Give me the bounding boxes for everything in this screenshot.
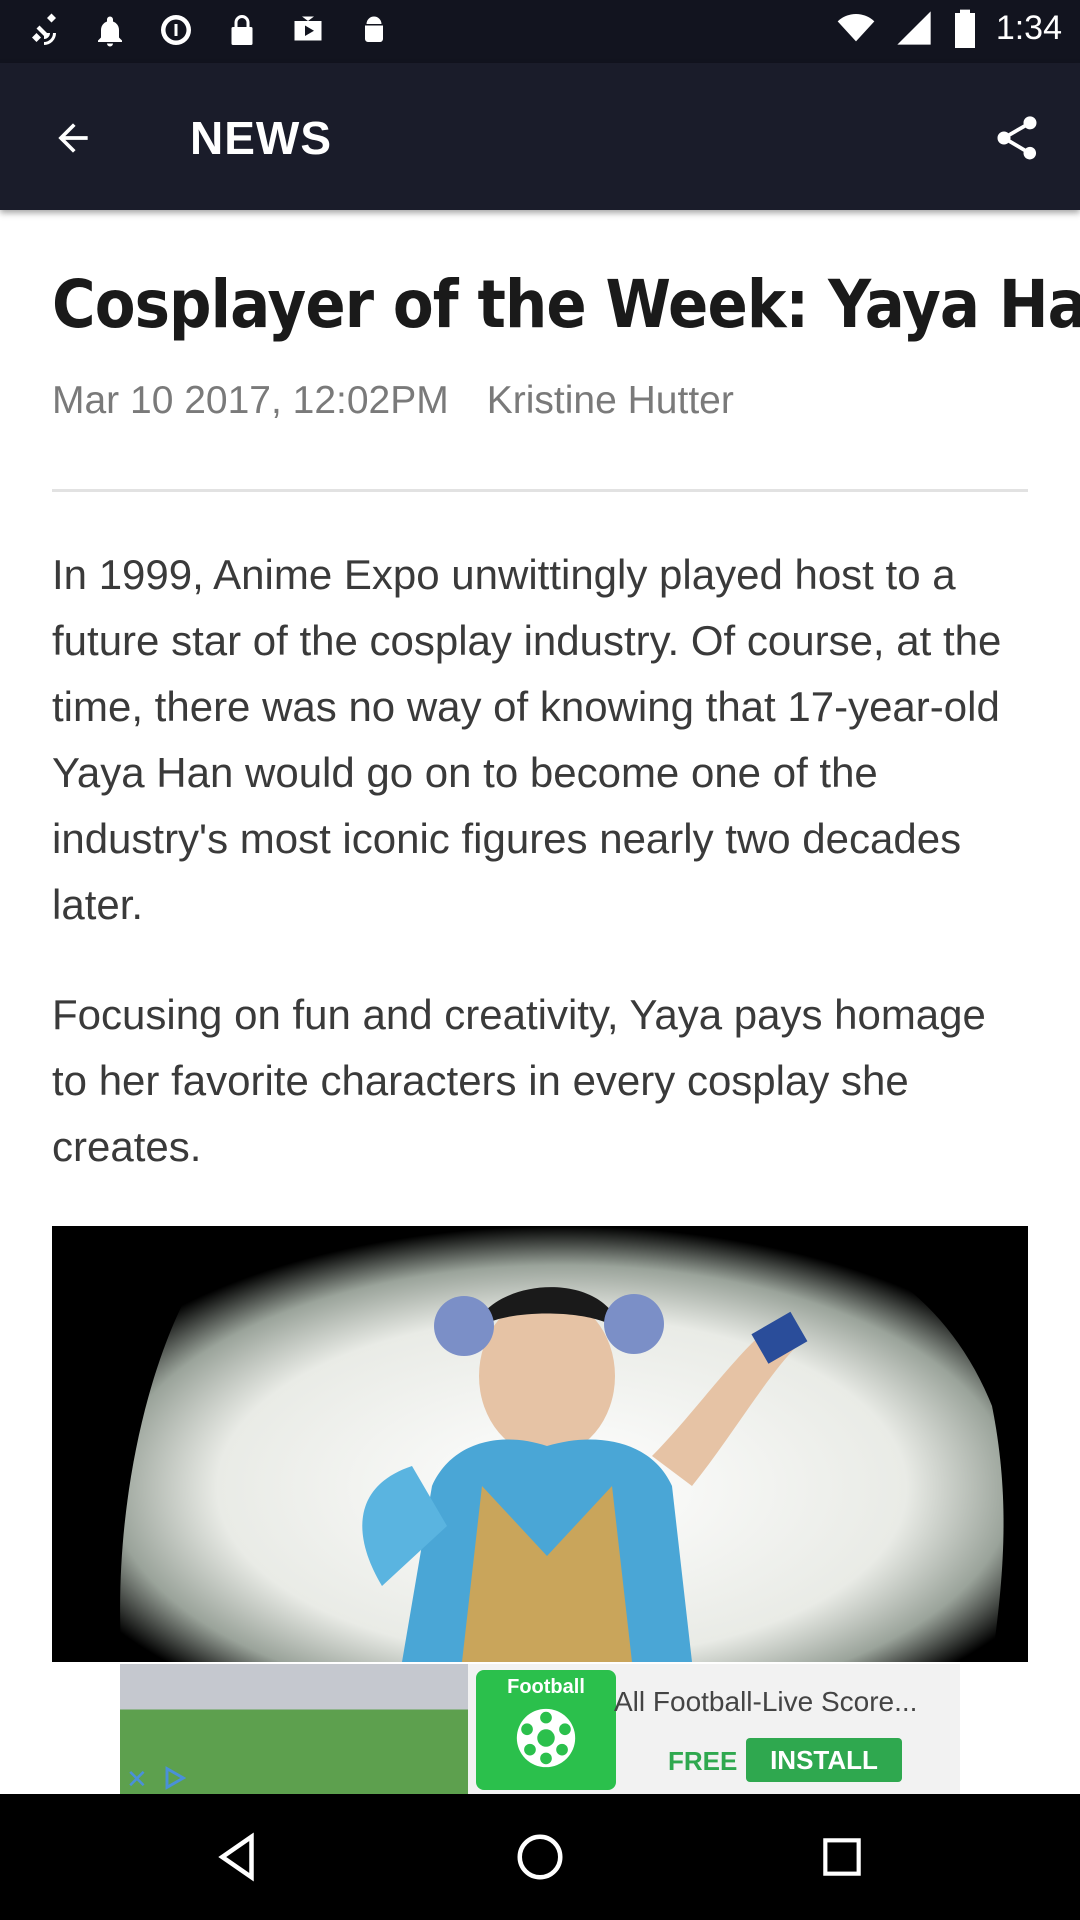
wifi-icon <box>837 14 875 42</box>
ad-title: All Football-Live Score... <box>614 1686 918 1717</box>
article-paragraph: In 1999, Anime Expo unwittingly played h… <box>52 551 1002 928</box>
back-button[interactable] <box>38 103 108 173</box>
ad-price: FREE <box>668 1746 738 1776</box>
article-photo-image <box>52 1226 1028 1662</box>
article-date: Mar 10 2017, 12:02PM <box>52 379 449 422</box>
adchoices-icon[interactable] <box>160 1764 188 1792</box>
nav-home-button[interactable] <box>508 1825 572 1889</box>
article-meta: Mar 10 2017, 12:02PM Kristine Hutter <box>52 379 1028 423</box>
article-author: Kristine Hutter <box>486 379 734 422</box>
ad-badge-label: Football <box>507 1676 585 1698</box>
signal-icon <box>897 11 931 45</box>
youtube-icon <box>288 10 328 50</box>
ad-install-button[interactable]: INSTALL <box>746 1738 902 1782</box>
football-icon <box>516 1708 576 1768</box>
nav-back-button[interactable] <box>206 1825 270 1889</box>
article-headline: Cosplayer of the Week: Yaya Han <box>52 266 1080 343</box>
article: Cosplayer of the Week: Yaya Han Mar 10 2… <box>52 210 1080 1180</box>
battery-icon <box>954 9 975 48</box>
arrow-left-icon <box>58 123 88 153</box>
page-title: NEWS <box>190 112 332 164</box>
ad-banner[interactable]: Football All Football-Live Score... FREE… <box>120 1664 960 1794</box>
data-saver-icon <box>156 10 196 50</box>
nav-recents-button[interactable] <box>810 1825 874 1889</box>
nav-back-icon <box>218 1832 254 1882</box>
status-bar: 1:34 <box>0 0 1080 63</box>
ad-app-badge: Football <box>476 1670 616 1790</box>
ad-close-icon[interactable]: ✕ <box>126 1764 154 1794</box>
app-bar: NEWS <box>0 63 1080 210</box>
share-button[interactable] <box>982 103 1052 173</box>
system-nav-bar <box>0 1794 1080 1920</box>
share-icon <box>997 116 1037 160</box>
nav-home-icon <box>517 1834 563 1880</box>
article-photo <box>52 1226 1028 1662</box>
divider <box>52 489 1028 492</box>
lock-icon <box>222 10 262 50</box>
status-time: 1:34 <box>995 8 1062 47</box>
satellite-icon <box>24 10 64 50</box>
android-icon <box>354 10 394 50</box>
alarm-clock-icon <box>90 10 130 50</box>
article-paragraph: Focusing on fun and creativity, Yaya pay… <box>52 991 986 1170</box>
nav-recents-icon <box>823 1838 861 1876</box>
